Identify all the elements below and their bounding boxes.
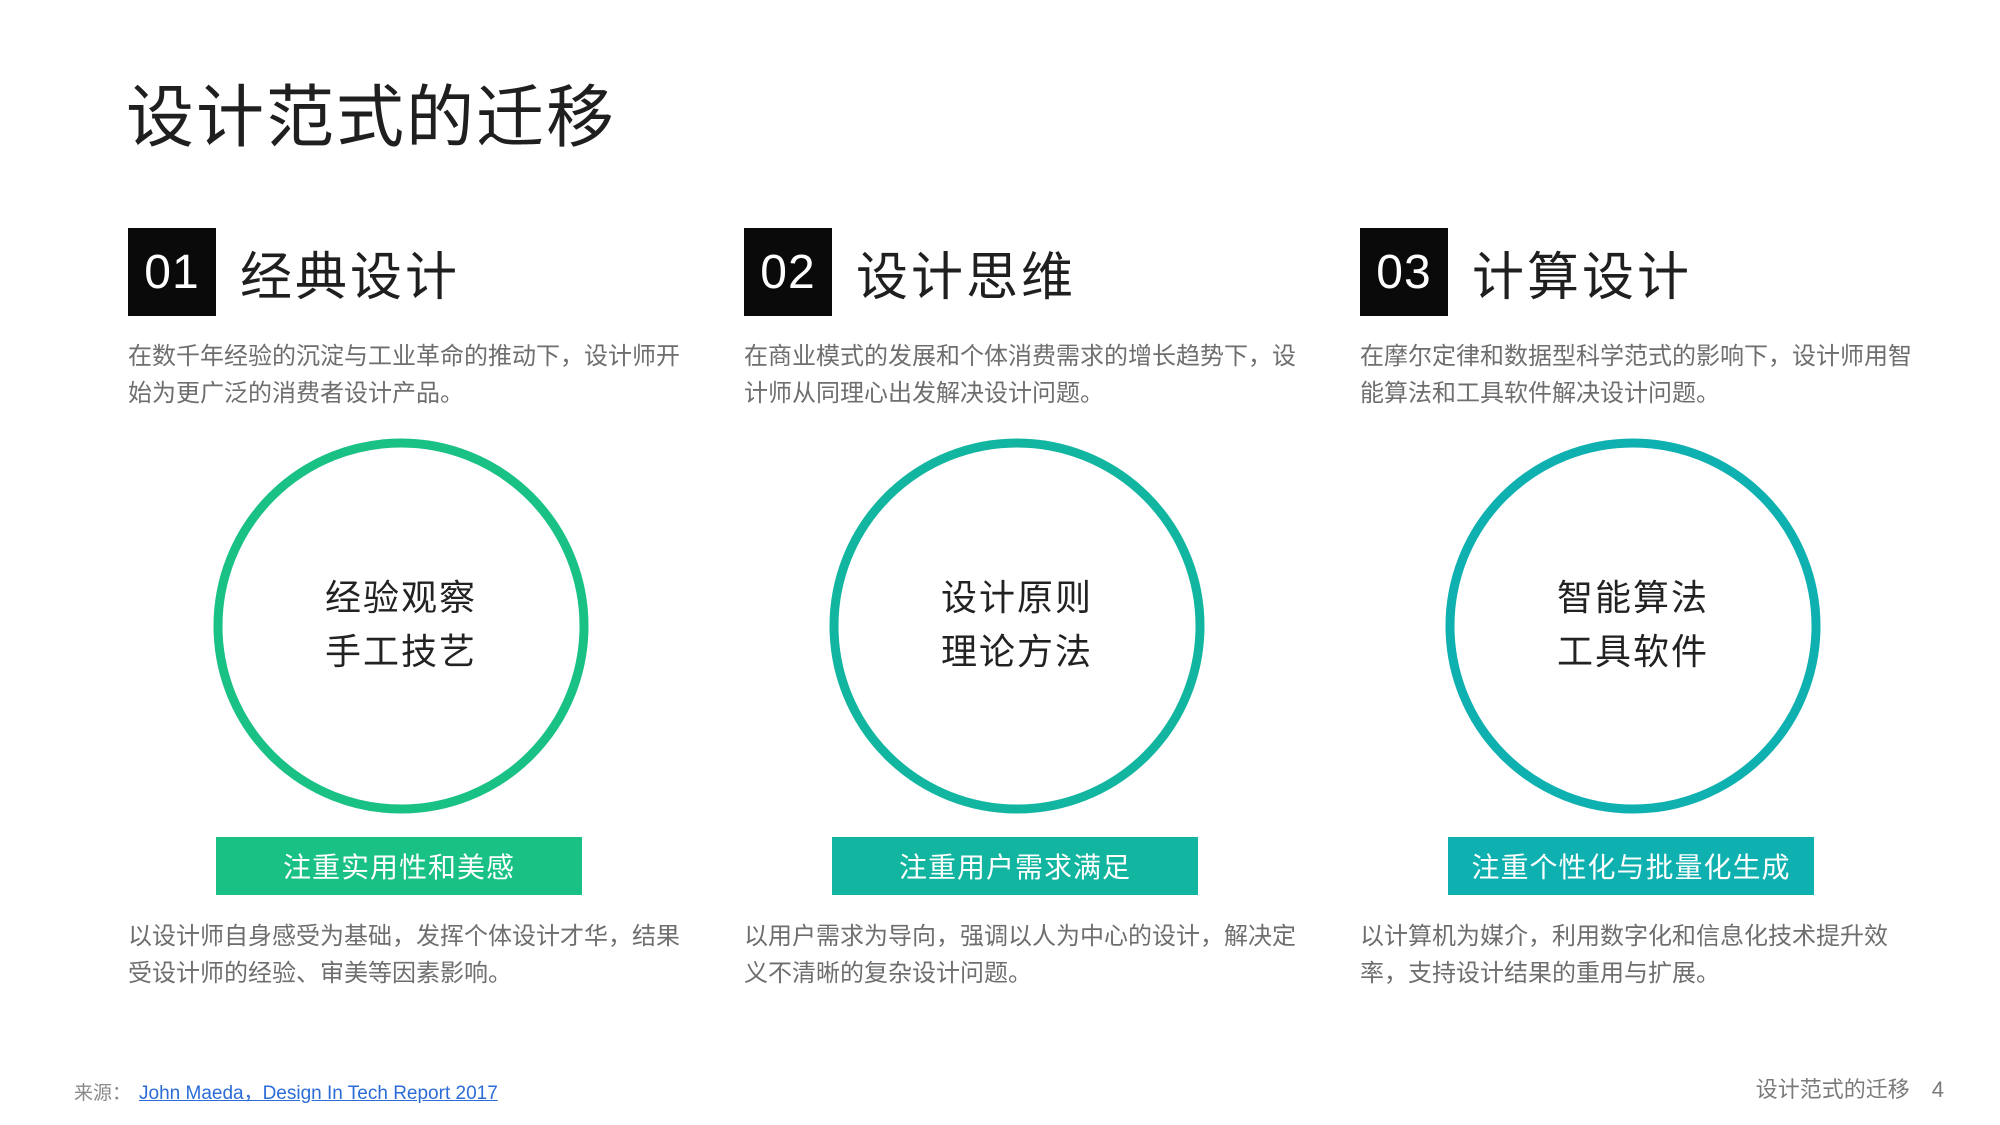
- column-design-thinking: 02 设计思维 在商业模式的发展和个体消费需求的增长趋势下，设计师从同理心出发解…: [744, 0, 1304, 1125]
- column-description: 在摩尔定律和数据型科学范式的影响下，设计师用智能算法和工具软件解决设计问题。: [1360, 342, 1912, 407]
- column-number: 03: [1360, 228, 1448, 316]
- source-citation: 来源： John Maeda，Design In Tech Report 201…: [74, 1078, 498, 1105]
- column-header: 02 设计思维: [744, 228, 1076, 316]
- circle-text: 设计原则 理论方法: [829, 438, 1205, 814]
- column-header: 03 计算设计: [1360, 228, 1692, 316]
- concept-circle: 智能算法 工具软件: [1445, 438, 1821, 814]
- circle-line-2: 手工技艺: [324, 632, 477, 673]
- column-header: 01 经典设计: [128, 228, 460, 316]
- column-title: 经典设计: [240, 247, 461, 308]
- source-label: 来源：: [74, 1082, 132, 1104]
- page-footer: 设计范式的迁移 4: [1756, 1072, 1944, 1104]
- column-classic-design: 01 经典设计 在数千年经验的沉淀与工业革命的推动下，设计师开始为更广泛的消费者…: [128, 0, 688, 1125]
- concept-circle: 经验观察 手工技艺: [213, 438, 589, 814]
- circle-text: 智能算法 工具软件: [1445, 438, 1821, 814]
- column-description: 在数千年经验的沉淀与工业革命的推动下，设计师开始为更广泛的消费者设计产品。: [128, 342, 680, 407]
- page-number: 4: [1931, 1077, 1944, 1102]
- circle-line-2: 工具软件: [1556, 632, 1709, 673]
- circle-line-2: 理论方法: [940, 632, 1093, 673]
- circle-text: 经验观察 手工技艺: [213, 438, 589, 814]
- source-link[interactable]: John Maeda，Design In Tech Report 2017: [139, 1078, 498, 1105]
- column-number: 01: [128, 228, 216, 316]
- focus-tag: 注重用户需求满足: [832, 837, 1198, 895]
- circle-line-1: 智能算法: [1556, 578, 1709, 619]
- column-title: 设计思维: [856, 247, 1077, 308]
- column-computational-design: 03 计算设计 在摩尔定律和数据型科学范式的影响下，设计师用智能算法和工具软件解…: [1360, 0, 1920, 1125]
- circle-line-1: 经验观察: [324, 578, 477, 619]
- focus-tag: 注重个性化与批量化生成: [1448, 837, 1814, 895]
- column-number: 02: [744, 228, 832, 316]
- column-description: 在商业模式的发展和个体消费需求的增长趋势下，设计师从同理心出发解决设计问题。: [744, 342, 1296, 407]
- column-note: 以设计师自身感受为基础，发挥个体设计才华，结果受设计师的经验、审美等因素影响。: [128, 922, 680, 987]
- column-note: 以用户需求为导向，强调以人为中心的设计，解决定义不清晰的复杂设计问题。: [744, 922, 1296, 987]
- footer-section-title: 设计范式的迁移: [1755, 1078, 1910, 1103]
- column-title: 计算设计: [1472, 247, 1693, 308]
- column-note: 以计算机为媒介，利用数字化和信息化技术提升效率，支持设计结果的重用与扩展。: [1360, 922, 1888, 987]
- focus-tag: 注重实用性和美感: [216, 837, 582, 895]
- concept-circle: 设计原则 理论方法: [829, 438, 1205, 814]
- circle-line-1: 设计原则: [940, 578, 1093, 619]
